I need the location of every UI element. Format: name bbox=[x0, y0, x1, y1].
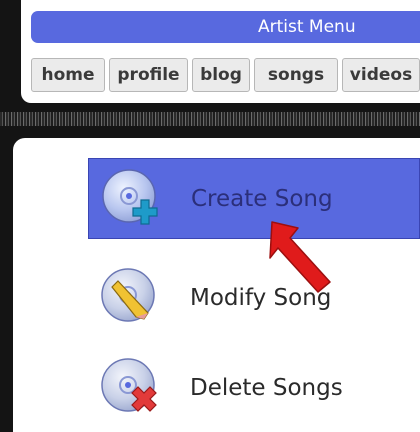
create-song-button[interactable]: Create Song bbox=[88, 158, 420, 239]
cd-plus-icon bbox=[102, 169, 158, 225]
create-song-label: Create Song bbox=[191, 186, 333, 212]
song-actions-panel: Create Song Modify Song Delete Songs bbox=[13, 138, 420, 432]
cd-pencil-icon bbox=[101, 268, 155, 322]
modify-song-button[interactable]: Modify Song bbox=[88, 258, 420, 339]
modify-song-label: Modify Song bbox=[190, 285, 332, 311]
tab-songs[interactable]: songs bbox=[254, 58, 338, 92]
tab-profile[interactable]: profile bbox=[109, 58, 188, 92]
artist-menu-header: Artist Menu bbox=[31, 11, 420, 43]
cd-x-icon bbox=[101, 358, 157, 412]
delete-songs-button[interactable]: Delete Songs bbox=[88, 348, 420, 429]
tab-home[interactable]: home bbox=[31, 58, 105, 92]
tab-videos[interactable]: videos bbox=[342, 58, 420, 92]
delete-songs-label: Delete Songs bbox=[190, 375, 343, 401]
tab-blog[interactable]: blog bbox=[192, 58, 250, 92]
artist-menu-panel: Artist Menu home profile blog songs vide… bbox=[21, 0, 420, 103]
texture-divider bbox=[0, 112, 420, 126]
artist-menu-title: Artist Menu bbox=[258, 17, 356, 37]
nav-tabs: home profile blog songs videos bbox=[31, 58, 420, 92]
